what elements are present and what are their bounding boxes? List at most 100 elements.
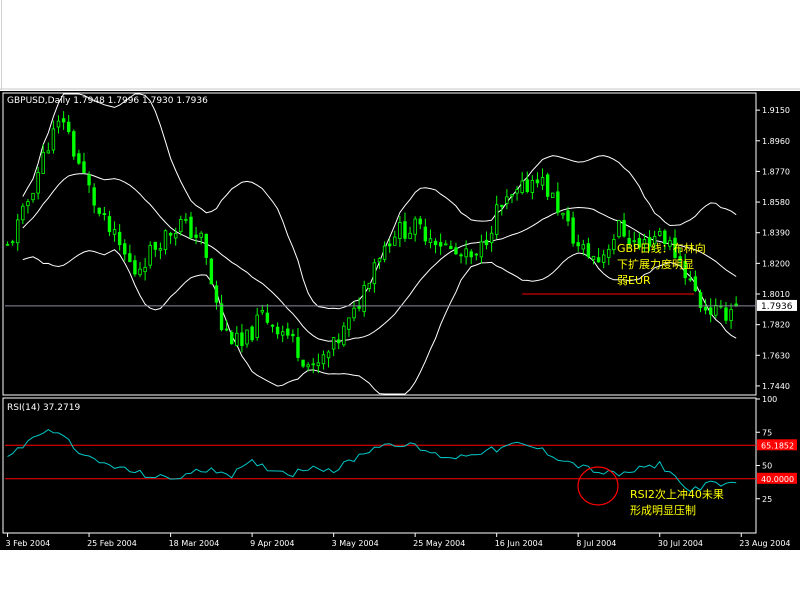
top-toolbar-area: [0, 0, 800, 89]
candle-body: [41, 151, 45, 174]
price-y-tick-label: 1.8390: [762, 229, 790, 238]
candle-body: [337, 339, 341, 344]
candle-body: [484, 239, 489, 246]
candle-body: [204, 233, 208, 258]
candle-body: [179, 219, 183, 233]
x-tick-label: 23 Aug 2004: [739, 539, 790, 548]
candle-body: [489, 232, 494, 244]
candle-body: [133, 260, 137, 275]
candle-body: [413, 218, 417, 235]
candle-body: [102, 213, 107, 215]
candle-body: [525, 179, 529, 192]
candle-body: [474, 253, 479, 256]
candle-body: [36, 172, 40, 194]
price-y-tick-label: 1.7630: [762, 351, 790, 360]
candle-body: [194, 234, 198, 238]
candle-body: [326, 351, 331, 359]
candle-body: [535, 179, 540, 184]
candle-body: [235, 332, 239, 346]
candle-body: [31, 192, 35, 201]
price-annotation-line-3: 弱EUR: [617, 274, 651, 287]
candle-body: [698, 292, 703, 308]
trading-chart: GBPUSD,Daily 1.7948 1.7996 1.7930 1.7936…: [0, 0, 800, 600]
candle-body: [515, 189, 519, 194]
x-tick-label: 9 Apr 2004: [250, 539, 294, 548]
candle-body: [571, 217, 575, 244]
candle-body: [591, 256, 596, 261]
candle-body: [5, 243, 10, 246]
rsi-y-tick-label: 50: [762, 462, 772, 471]
candle-body: [372, 262, 377, 285]
candle-body: [576, 242, 580, 247]
candle-body: [596, 257, 601, 263]
candle-body: [87, 174, 91, 186]
last-price-label: 1.7936: [761, 302, 793, 312]
rsi-y-tick-label: 25: [762, 495, 772, 504]
candle-body: [601, 254, 606, 263]
candle-body: [714, 304, 718, 316]
candle-body: [82, 161, 86, 174]
candle-body: [464, 248, 468, 258]
chart-window: [0, 91, 800, 550]
candle-body: [255, 314, 259, 339]
candle-body: [26, 201, 30, 207]
candle-body: [77, 153, 81, 164]
x-tick-label: 18 Mar 2004: [169, 539, 220, 548]
x-tick-label: 3 May 2004: [332, 539, 379, 548]
candle-body: [540, 177, 545, 186]
candle-body: [291, 333, 295, 337]
candle-body: [612, 239, 616, 251]
candle-body: [173, 233, 178, 239]
candle-body: [551, 192, 555, 198]
candle-body: [184, 218, 188, 221]
x-tick-label: 30 Jul 2004: [658, 539, 703, 548]
candle-body: [581, 244, 586, 250]
price-y-tick-label: 1.9150: [762, 106, 790, 115]
candle-body: [306, 364, 310, 368]
candle-body: [423, 226, 428, 242]
candle-body: [403, 221, 407, 239]
candle-body: [729, 309, 733, 321]
candle-body: [61, 118, 66, 123]
candle-body: [117, 231, 122, 246]
candle-body: [92, 187, 96, 206]
candle-body: [230, 332, 234, 345]
candle-body: [240, 332, 244, 346]
candle-body: [703, 306, 708, 311]
candle-body: [51, 128, 56, 151]
candle-body: [265, 312, 270, 323]
candle-body: [418, 218, 422, 225]
candle-body: [56, 120, 61, 128]
candle-body: [112, 229, 117, 235]
candle-body: [10, 241, 15, 244]
candle-body: [342, 325, 346, 346]
candle-body: [724, 307, 728, 321]
price-header: GBPUSD,Daily 1.7948 1.7996 1.7930 1.7936: [7, 96, 208, 106]
candle-body: [21, 205, 25, 221]
candle-body: [331, 337, 336, 350]
candle-body: [214, 285, 219, 303]
candle-body: [393, 236, 397, 246]
candle-body: [530, 179, 535, 193]
candle-body: [189, 216, 193, 238]
candle-body: [97, 207, 101, 214]
price-y-tick-label: 1.8960: [762, 137, 790, 146]
candle-body: [617, 220, 621, 238]
candle-body: [321, 354, 326, 365]
candle-body: [693, 276, 698, 292]
candle-body: [566, 210, 570, 222]
candle-body: [280, 331, 285, 336]
bottom-strip: [0, 550, 800, 600]
candle-body: [46, 150, 51, 154]
candle-body: [224, 328, 229, 331]
price-y-tick-label: 1.8200: [762, 259, 790, 268]
candle-body: [219, 303, 224, 331]
x-tick-label: 25 Feb 2004: [87, 539, 137, 548]
candle-body: [301, 359, 305, 367]
x-tick-label: 25 May 2004: [413, 539, 465, 548]
price-annotation-line-2: 下扩展力度明显: [617, 257, 694, 271]
x-tick-label: 16 Jun 2004: [495, 539, 543, 548]
candle-body: [586, 243, 591, 258]
candle-body: [387, 243, 392, 247]
candle-body: [107, 216, 112, 233]
